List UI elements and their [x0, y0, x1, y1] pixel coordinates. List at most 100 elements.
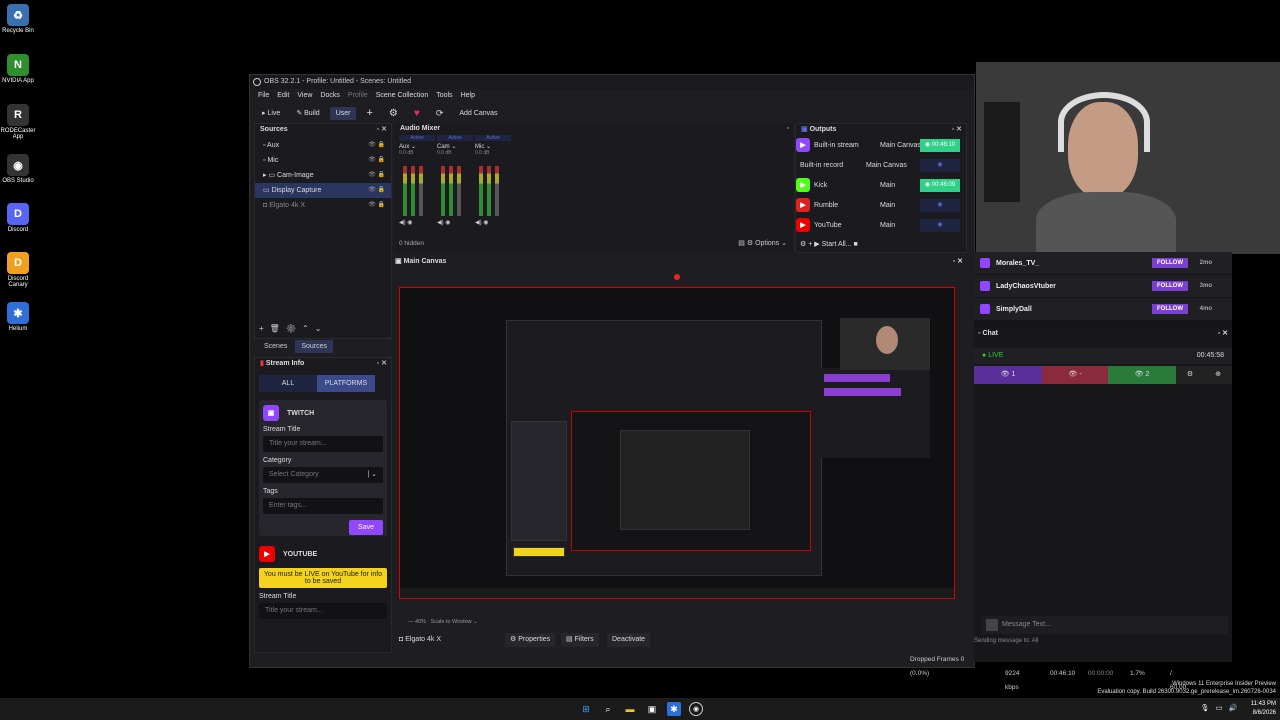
build-mode-button[interactable]: ✎ Build: [290, 106, 325, 120]
sources-title: Sources: [260, 126, 288, 133]
platforms-button[interactable]: PLATFORMS: [317, 375, 375, 392]
kick-viewers[interactable]: 👁 2: [1108, 366, 1176, 384]
deactivate-button[interactable]: Deactivate: [607, 633, 651, 647]
output-toggle-button[interactable]: ◉: [920, 218, 960, 232]
canvas-dock-icons[interactable]: ▫ ✕: [953, 257, 963, 265]
twitch-viewers[interactable]: 👁 1: [974, 366, 1042, 384]
mixer-options[interactable]: ▤ ⚙ Options ⌄: [738, 239, 787, 247]
source-item-elgato[interactable]: ◘ Elgato 4k X 👁 🔒: [255, 198, 391, 213]
visibility-lock-icon[interactable]: 👁 🔒: [368, 168, 385, 183]
add-canvas-button[interactable]: Add Canvas: [453, 107, 503, 120]
desktop-icon[interactable]: ♻ Recycle Bin: [0, 4, 36, 34]
visibility-lock-icon[interactable]: 👁 🔒: [368, 198, 385, 213]
source-item-mic[interactable]: ▫ Mic 👁 🔒: [255, 153, 391, 168]
file-explorer-icon[interactable]: ▬: [623, 702, 637, 716]
source-item-cam-image[interactable]: ▸ ▭ Cam-Image 👁 🔒: [255, 168, 391, 183]
menu-docks[interactable]: Docks: [320, 89, 339, 103]
canvas-zoom-controls[interactable]: — 40% Scale to Window ⌄: [408, 619, 478, 625]
search-icon[interactable]: ⌕: [601, 702, 615, 716]
add-icon[interactable]: +: [360, 104, 378, 122]
follow-button[interactable]: FOLLOW: [1152, 258, 1188, 268]
tab-scenes[interactable]: Scenes: [258, 340, 293, 353]
channel-name[interactable]: Cam ⌄: [437, 143, 473, 150]
desktop-icon[interactable]: D Discord: [0, 203, 36, 233]
remove-source-icon[interactable]: 🗑: [270, 324, 286, 333]
follow-button[interactable]: FOLLOW: [1152, 281, 1188, 291]
desktop-icon[interactable]: N NVIDIA App: [0, 54, 36, 84]
store-icon[interactable]: ▣: [645, 702, 659, 716]
dock-close-icon[interactable]: ▫ ✕: [377, 124, 387, 135]
youtube-title-input[interactable]: Title your stream...: [259, 603, 387, 619]
menu-profile[interactable]: Profile: [348, 89, 368, 103]
menu-edit[interactable]: Edit: [277, 89, 289, 103]
channel-controls[interactable]: ◀) ◉: [437, 219, 473, 226]
all-button[interactable]: ALL: [259, 375, 317, 392]
scale-mode: Scale to Window: [430, 619, 472, 625]
source-item-display-capture[interactable]: ▭ Display Capture 👁 🔒: [255, 183, 391, 198]
move-down-icon[interactable]: ⌄: [315, 324, 328, 333]
outputs-add-icon[interactable]: +: [808, 241, 812, 248]
dock-close-icon[interactable]: ▫ ✕: [377, 358, 387, 369]
channel-name[interactable]: Aux ⌄: [399, 143, 435, 150]
tray-mic-icon[interactable]: 🎙: [1198, 702, 1212, 716]
start-all-button[interactable]: ▶ Start All...: [814, 241, 851, 248]
dock-float-icon[interactable]: ▫: [787, 123, 789, 134]
desktop-icon[interactable]: R RODECaster App: [0, 104, 36, 140]
menu-help[interactable]: Help: [461, 89, 475, 103]
add-source-icon[interactable]: +: [259, 324, 270, 333]
dock-close-icon[interactable]: ▫ ✕: [1218, 328, 1228, 340]
chat-settings-icon[interactable]: ⚙: [1176, 366, 1204, 384]
output-toggle-button[interactable]: ◉: [920, 198, 960, 212]
heart-icon[interactable]: ♥: [408, 105, 426, 122]
channel-controls[interactable]: ◀) ◉: [399, 219, 435, 226]
message-input[interactable]: Message Text...: [982, 616, 1228, 634]
refresh-icon[interactable]: ⟳: [430, 105, 450, 122]
desktop-icon[interactable]: D Discord Canary: [0, 252, 36, 288]
properties-button[interactable]: ⚙ Properties: [505, 633, 556, 647]
user-mode-button[interactable]: User: [329, 106, 357, 120]
dock-close-icon[interactable]: ▫ ✕: [952, 124, 962, 135]
nested-webcam: [840, 318, 930, 370]
volume-meter[interactable]: [437, 158, 473, 216]
category-select[interactable]: Select Category | ⌄: [263, 467, 383, 483]
follow-button[interactable]: FOLLOW: [1152, 304, 1188, 314]
tray-volume-icon[interactable]: 🔊: [1226, 702, 1240, 716]
menu-tools[interactable]: Tools: [436, 89, 452, 103]
channel-controls[interactable]: ◀) ◉: [475, 219, 511, 226]
obs-taskbar-icon[interactable]: ◉: [689, 702, 703, 716]
filters-button[interactable]: ▤ Filters: [561, 633, 599, 647]
output-toggle-button[interactable]: ◉ 00:46:09: [920, 178, 960, 192]
desktop-icon[interactable]: ✱ Helium: [0, 302, 36, 332]
stream-title-input[interactable]: Title your stream...: [263, 436, 383, 452]
settings-gear-icon[interactable]: ⚙: [383, 105, 404, 122]
stop-all-icon[interactable]: ■: [854, 241, 858, 248]
chat-refresh-icon[interactable]: ⊕: [1204, 366, 1232, 384]
canvas-resize-handle-top[interactable]: [674, 274, 680, 280]
clock[interactable]: 11:43 PM 8/6/2026: [1240, 700, 1276, 718]
tags-input[interactable]: Enter tags...: [263, 498, 383, 514]
channel-name[interactable]: Mic ⌄: [475, 143, 511, 150]
save-button[interactable]: Save: [349, 520, 383, 535]
youtube-viewers[interactable]: 👁 -: [1042, 366, 1108, 384]
canvas-preview[interactable]: [399, 274, 955, 599]
helium-icon[interactable]: ✱: [667, 702, 681, 716]
source-settings-icon[interactable]: ⚙: [286, 324, 302, 333]
volume-meter[interactable]: [475, 158, 511, 216]
start-windows-icon[interactable]: ⊞: [579, 702, 593, 716]
volume-meter[interactable]: [399, 158, 435, 216]
visibility-lock-icon[interactable]: 👁 🔒: [368, 153, 385, 168]
desktop-icon[interactable]: ◉ OBS Studio: [0, 154, 36, 184]
live-mode-button[interactable]: ▸ Live: [256, 106, 286, 120]
output-toggle-button[interactable]: ◉: [920, 158, 960, 172]
menu-file[interactable]: File: [258, 89, 269, 103]
visibility-lock-icon[interactable]: 👁 🔒: [368, 183, 385, 198]
menu-scene-collection[interactable]: Scene Collection: [376, 89, 429, 103]
tray-network-icon[interactable]: ▭: [1212, 702, 1226, 716]
outputs-settings-icon[interactable]: ⚙: [800, 241, 806, 248]
source-item-aux[interactable]: ▫ Aux 👁 🔒: [255, 138, 391, 153]
menu-view[interactable]: View: [297, 89, 312, 103]
output-toggle-button[interactable]: ◉ 00:46:10: [920, 138, 960, 152]
move-up-icon[interactable]: ⌃: [302, 324, 315, 333]
tab-sources[interactable]: Sources: [295, 340, 334, 353]
visibility-lock-icon[interactable]: 👁 🔒: [368, 138, 385, 153]
